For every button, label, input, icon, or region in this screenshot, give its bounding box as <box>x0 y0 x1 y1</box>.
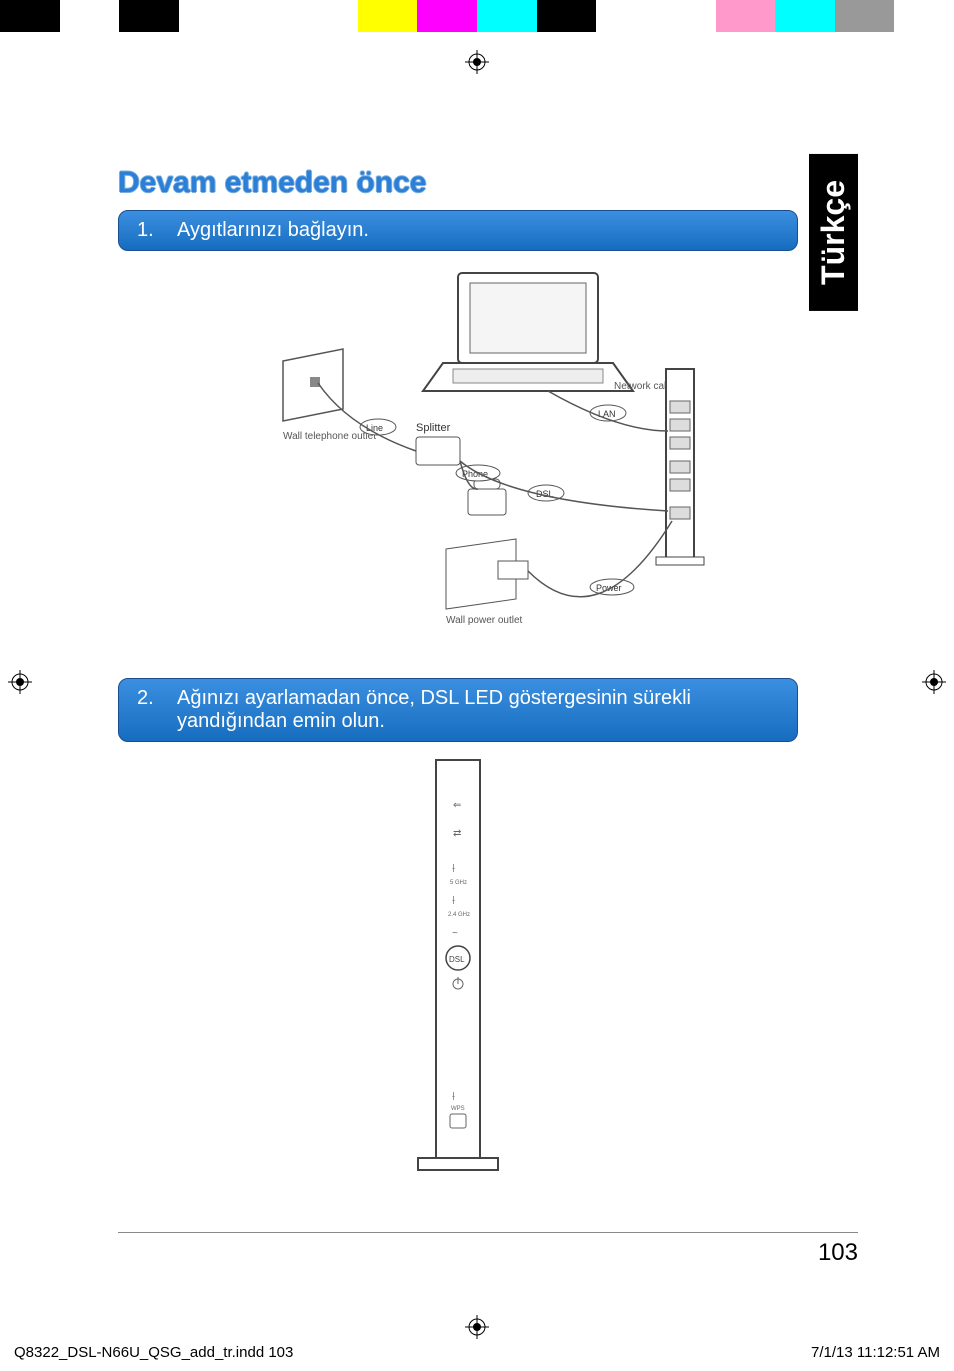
laptop-icon <box>423 273 633 391</box>
registration-mark-icon <box>465 50 489 74</box>
step-number: 2. <box>137 687 159 733</box>
language-tab: Türkçe <box>809 154 858 311</box>
wps-button-icon <box>450 1114 466 1128</box>
footer-timestamp: 7/1/13 11:12:51 AM <box>811 1344 940 1361</box>
lan-cable-label: LAN <box>598 409 616 419</box>
step-number: 1. <box>137 219 159 242</box>
telephone-icon <box>468 479 506 515</box>
registration-mark-icon <box>922 670 946 694</box>
color-calibration-bar <box>0 0 954 32</box>
wifi-5ghz-icon: ⟊ <box>452 861 455 875</box>
router-front-diagram: ⇐ ⇄ ⟊ 5 GHz ⟊ 2.4 GHz ~ DSL ⟊ WPS <box>118 752 798 1187</box>
wall-telephone-outlet-label: Wall telephone outlet <box>283 431 376 442</box>
footer-filename: Q8322_DSL-N66U_QSG_add_tr.indd 103 <box>14 1344 293 1361</box>
link-icon: ~ <box>452 928 458 939</box>
wifi-5ghz-label: 5 GHz <box>450 880 467 886</box>
wps-label: WPS <box>451 1106 465 1112</box>
svg-text:⟊: ⟊ <box>452 893 455 907</box>
wifi-24ghz-label: 2.4 GHz <box>448 912 470 918</box>
step-text: Ağınızı ayarlamadan önce, DSL LED göster… <box>177 687 779 733</box>
dsl-led-label: DSL <box>449 955 465 964</box>
svg-text:⟊: ⟊ <box>452 1089 455 1103</box>
wifi-wps-icon: ⟊ <box>452 1089 455 1103</box>
step-text: Aygıtlarınızı bağlayın. <box>177 219 779 242</box>
wall-power-outlet-icon <box>446 539 528 609</box>
step-2-bar: 2. Ağınızı ayarlamadan önce, DSL LED gös… <box>118 678 798 742</box>
page-number: 103 <box>818 1239 858 1267</box>
registration-mark-icon <box>8 670 32 694</box>
svg-text:⇄: ⇄ <box>453 828 461 839</box>
svg-text:~: ~ <box>452 928 458 939</box>
wall-telephone-outlet-icon <box>283 349 343 421</box>
splitter-label: Splitter <box>416 422 451 434</box>
step-1-bar: 1. Aygıtlarınızı bağlayın. <box>118 210 798 251</box>
svg-text:⇐: ⇐ <box>453 800 461 811</box>
footer-rule <box>118 1232 858 1233</box>
connection-diagram: Wall telephone outlet Line Splitter Phon… <box>118 261 798 666</box>
wifi-24ghz-icon: ⟊ <box>452 893 455 907</box>
wall-power-outlet-label: Wall power outlet <box>446 615 523 626</box>
svg-text:⟊: ⟊ <box>452 861 455 875</box>
registration-mark-icon <box>465 1315 489 1339</box>
internet-icon: ⇄ <box>453 828 461 839</box>
usb-icon: ⇐ <box>453 800 461 811</box>
page-title: Devam etmeden önce <box>118 166 798 200</box>
line-label: Line <box>366 423 383 433</box>
